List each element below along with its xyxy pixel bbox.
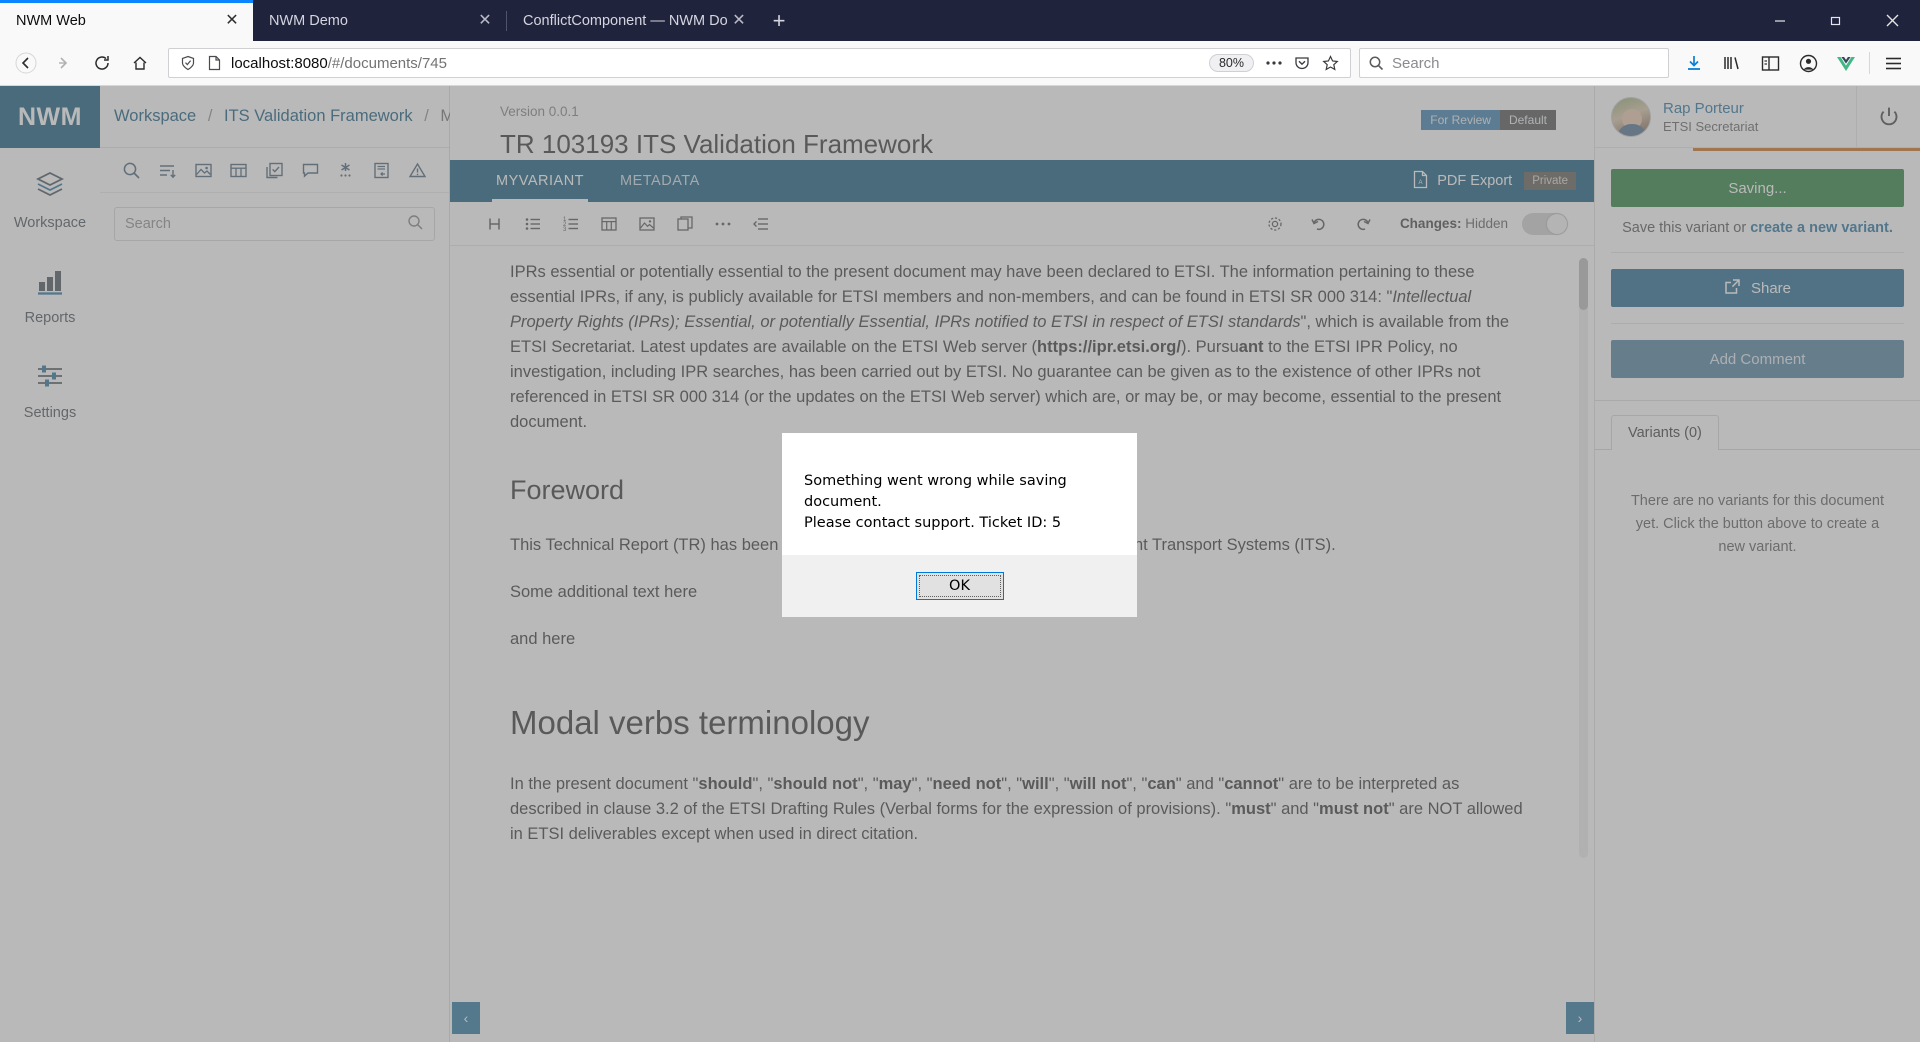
tab-title: NWM Demo — [269, 12, 348, 29]
forward-button[interactable] — [46, 47, 82, 79]
pocket-icon[interactable] — [1288, 55, 1316, 71]
close-window-button[interactable] — [1864, 0, 1920, 41]
search-bar[interactable]: Search — [1359, 48, 1669, 78]
close-icon[interactable]: ✕ — [474, 10, 496, 32]
url-text[interactable]: localhost:8080/#/documents/745 — [227, 55, 1209, 72]
toolbar-divider — [1869, 52, 1870, 74]
search-placeholder: Search — [1392, 54, 1440, 72]
browser-navbar: localhost:8080/#/documents/745 80% Searc… — [0, 41, 1920, 86]
browser-titlebar: NWM Web ✕ NWM Demo ✕ ConflictComponent —… — [0, 0, 1920, 41]
home-button[interactable] — [122, 47, 158, 79]
minimize-button[interactable] — [1752, 0, 1808, 41]
modal-line-2: Please contact support. Ticket ID: 5 — [804, 515, 1062, 532]
hamburger-menu-icon[interactable] — [1874, 46, 1912, 80]
modal-footer: OK — [782, 555, 1137, 617]
search-icon — [1368, 55, 1384, 71]
ok-button[interactable]: OK — [915, 572, 1004, 600]
page-actions-icon[interactable] — [1260, 60, 1288, 66]
download-icon[interactable] — [1675, 46, 1713, 80]
browser-tab-1[interactable]: NWM Web ✕ — [0, 0, 253, 41]
tab-title: ConflictComponent — NWM Docu — [523, 12, 728, 29]
reload-button[interactable] — [84, 47, 120, 79]
url-bar[interactable]: localhost:8080/#/documents/745 80% — [168, 48, 1351, 78]
maximize-button[interactable] — [1808, 0, 1864, 41]
window-controls — [1752, 0, 1920, 41]
modal-message: Something went wrong while saving docume… — [782, 433, 1137, 555]
vue-devtools-icon[interactable] — [1827, 46, 1865, 80]
close-icon[interactable]: ✕ — [728, 10, 750, 32]
library-icon[interactable] — [1713, 46, 1751, 80]
bookmark-star-icon[interactable] — [1316, 54, 1344, 72]
sidebar-icon[interactable] — [1751, 46, 1789, 80]
back-button[interactable] — [8, 47, 44, 79]
page-icon[interactable] — [201, 55, 227, 71]
page-content: NWM Workspace Reports — [0, 85, 1920, 1042]
account-icon[interactable] — [1789, 46, 1827, 80]
modal-line-1: Something went wrong while saving docume… — [804, 473, 1067, 511]
shield-icon[interactable] — [175, 55, 201, 71]
url-host: localhost:8080 — [231, 54, 328, 72]
browser-tab-2[interactable]: NWM Demo ✕ — [253, 0, 506, 41]
close-icon[interactable]: ✕ — [221, 10, 243, 32]
tab-title: NWM Web — [16, 12, 86, 29]
url-path: /#/documents/745 — [327, 54, 447, 72]
browser-window: NWM Web ✕ NWM Demo ✕ ConflictComponent —… — [0, 0, 1920, 1042]
browser-tab-3[interactable]: ConflictComponent — NWM Docu ✕ — [507, 0, 760, 41]
tab-strip: NWM Web ✕ NWM Demo ✕ ConflictComponent —… — [0, 0, 798, 41]
new-tab-button[interactable]: + — [760, 0, 798, 41]
zoom-level-badge[interactable]: 80% — [1208, 54, 1254, 72]
error-modal: Something went wrong while saving docume… — [782, 433, 1137, 617]
